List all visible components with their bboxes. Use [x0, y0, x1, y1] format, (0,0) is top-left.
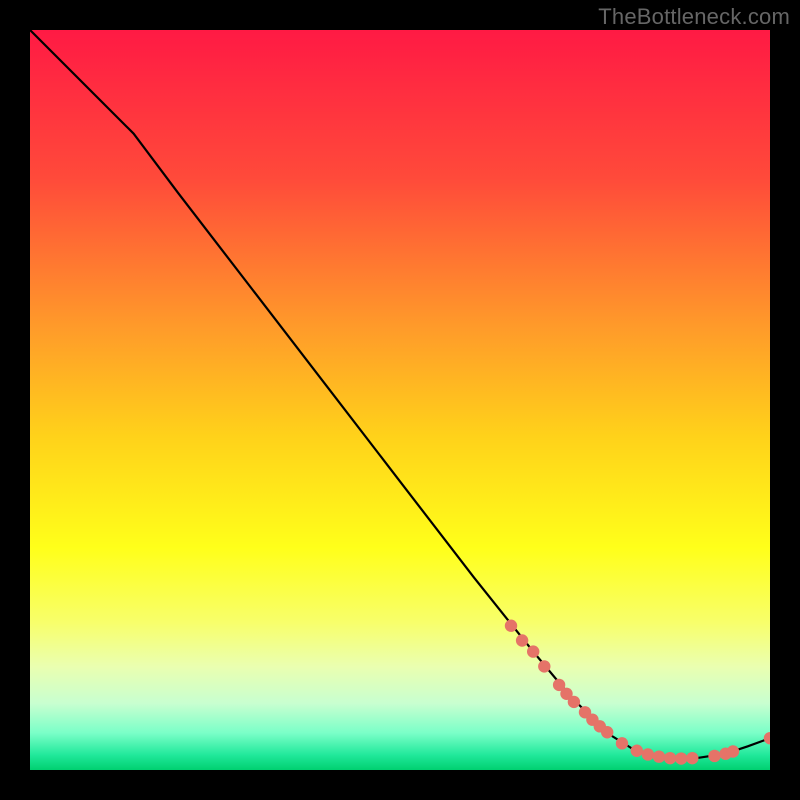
curve-marker [727, 745, 739, 757]
curve-marker [642, 748, 654, 760]
chart-plot-area [30, 30, 770, 770]
curve-marker [616, 737, 628, 749]
curve-marker [675, 752, 687, 764]
curve-marker [708, 750, 720, 762]
curve-marker [505, 620, 517, 632]
curve-marker [516, 634, 528, 646]
curve-marker [601, 726, 613, 738]
curve-marker [538, 660, 550, 672]
curve-marker [653, 750, 665, 762]
curve-marker [527, 645, 539, 657]
chart-svg [30, 30, 770, 770]
chart-background [30, 30, 770, 770]
watermark-text: TheBottleneck.com [598, 4, 790, 30]
curve-marker [686, 752, 698, 764]
curve-marker [664, 752, 676, 764]
curve-marker [568, 696, 580, 708]
curve-marker [631, 745, 643, 757]
